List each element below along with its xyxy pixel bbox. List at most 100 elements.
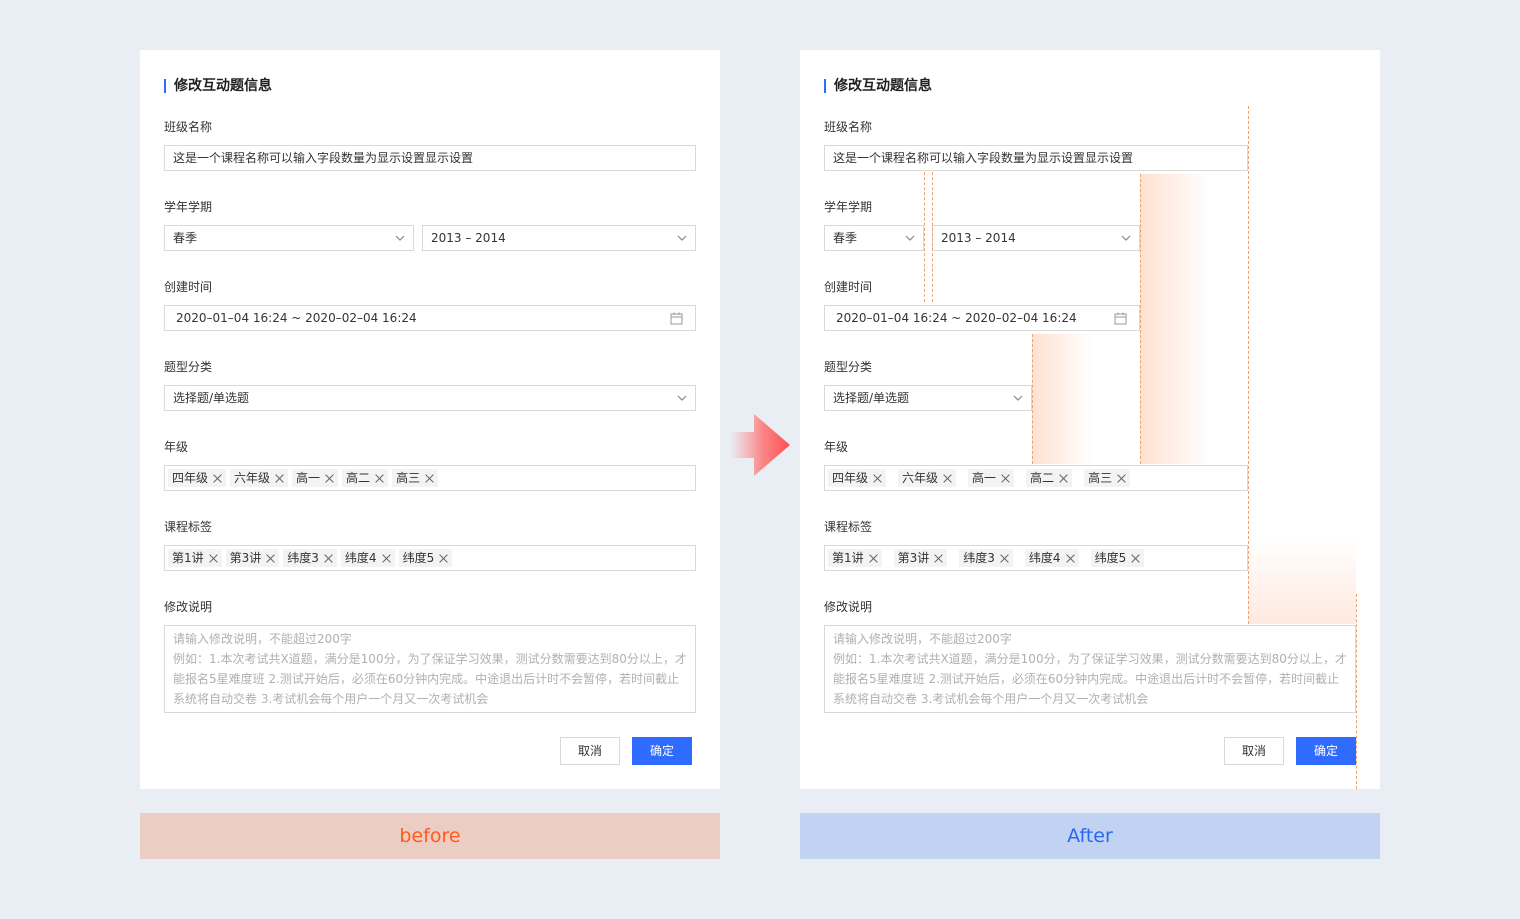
after-caption: After bbox=[800, 813, 1380, 859]
alignment-guide bbox=[932, 172, 933, 302]
close-icon[interactable] bbox=[1057, 472, 1070, 485]
grade-tag: 六年级 bbox=[230, 469, 289, 487]
grade-tag: 四年级 bbox=[168, 469, 227, 487]
grade-tag: 高三 bbox=[392, 469, 439, 487]
created-label: 创建时间 bbox=[164, 280, 213, 294]
alignment-guide bbox=[1356, 594, 1357, 789]
note-label: 修改说明 bbox=[824, 600, 873, 614]
close-icon[interactable] bbox=[437, 552, 450, 565]
chevron-down-icon bbox=[677, 235, 687, 241]
year-select[interactable]: 2013 – 2014 bbox=[932, 225, 1140, 251]
grade-tag: 高二 bbox=[342, 469, 389, 487]
cancel-button[interactable]: 取消 bbox=[1224, 737, 1284, 765]
close-icon[interactable] bbox=[322, 552, 335, 565]
question-type-select[interactable]: 选择题/单选题 bbox=[824, 385, 1032, 411]
grade-label: 年级 bbox=[164, 440, 189, 454]
date-range-picker[interactable]: 2020–01–04 16:24 ~ 2020–02–04 16:24 bbox=[824, 305, 1140, 331]
date-range-value: 2020–01–04 16:24 ~ 2020–02–04 16:24 bbox=[836, 311, 1077, 325]
close-icon[interactable] bbox=[380, 552, 393, 565]
course-tag: 纬度4 bbox=[340, 549, 395, 567]
alignment-guide bbox=[1248, 106, 1249, 624]
close-icon[interactable] bbox=[423, 472, 436, 485]
course-tag: 纬度5 bbox=[1090, 549, 1145, 567]
grade-label: 年级 bbox=[824, 440, 849, 454]
course-tag: 第1讲 bbox=[168, 549, 222, 567]
arrow-right-icon bbox=[730, 414, 790, 476]
course-tags-multiselect[interactable]: 第1讲 第3讲 纬度3 纬度4 纬度5 bbox=[164, 545, 696, 571]
close-icon[interactable] bbox=[264, 552, 277, 565]
close-icon[interactable] bbox=[999, 472, 1012, 485]
form-title: 修改互动题信息 bbox=[824, 77, 932, 95]
question-type-label: 题型分类 bbox=[164, 360, 213, 374]
grade-tag: 高二 bbox=[1026, 469, 1073, 487]
term-label: 学年学期 bbox=[824, 200, 873, 214]
chevron-down-icon bbox=[1013, 395, 1023, 401]
grade-tag: 高一 bbox=[968, 469, 1015, 487]
close-icon[interactable] bbox=[998, 552, 1011, 565]
close-icon[interactable] bbox=[932, 552, 945, 565]
course-tag: 纬度4 bbox=[1024, 549, 1079, 567]
chevron-down-icon bbox=[395, 235, 405, 241]
after-panel: 修改互动题信息 班级名称 这是一个课程名称可以输入字段数量为显示设置显示设置 学… bbox=[800, 50, 1380, 789]
course-tags-multiselect[interactable]: 第1讲 第3讲 纬度3 纬度4 纬度5 bbox=[824, 545, 1248, 571]
grade-tag: 高三 bbox=[1084, 469, 1131, 487]
note-textarea[interactable]: 请输入修改说明，不能超过200字 例如：1.本次考试共X道题，满分是100分，为… bbox=[164, 625, 696, 713]
note-textarea[interactable]: 请输入修改说明，不能超过200字 例如：1.本次考试共X道题，满分是100分，为… bbox=[824, 625, 1356, 713]
close-icon[interactable] bbox=[211, 472, 224, 485]
course-tags-label: 课程标签 bbox=[824, 520, 873, 534]
class-name-value: 这是一个课程名称可以输入字段数量为显示设置显示设置 bbox=[833, 151, 1134, 165]
course-tag: 第1讲 bbox=[828, 549, 882, 567]
chevron-down-icon bbox=[905, 235, 915, 241]
class-name-value: 这是一个课程名称可以输入字段数量为显示设置显示设置 bbox=[173, 151, 474, 165]
created-label: 创建时间 bbox=[824, 280, 873, 294]
question-type-select[interactable]: 选择题/单选题 bbox=[164, 385, 696, 411]
season-value: 春季 bbox=[173, 231, 198, 245]
alignment-guide bbox=[1032, 334, 1033, 464]
note-label: 修改说明 bbox=[164, 600, 213, 614]
close-icon[interactable] bbox=[1129, 552, 1142, 565]
question-type-value: 选择题/单选题 bbox=[833, 391, 910, 405]
date-range-picker[interactable]: 2020–01–04 16:24 ~ 2020–02–04 16:24 bbox=[164, 305, 696, 331]
chevron-down-icon bbox=[1121, 235, 1131, 241]
form-title: 修改互动题信息 bbox=[164, 77, 272, 95]
season-value: 春季 bbox=[833, 231, 858, 245]
grade-multiselect[interactable]: 四年级 六年级 高一 高二 高三 bbox=[824, 465, 1248, 491]
close-icon[interactable] bbox=[373, 472, 386, 485]
alignment-guide bbox=[924, 172, 925, 302]
chevron-down-icon bbox=[677, 395, 687, 401]
season-select[interactable]: 春季 bbox=[164, 225, 414, 251]
course-tag: 纬度3 bbox=[959, 549, 1013, 567]
class-name-label: 班级名称 bbox=[164, 120, 213, 134]
confirm-button[interactable]: 确定 bbox=[1296, 737, 1356, 765]
close-icon[interactable] bbox=[273, 472, 286, 485]
confirm-button[interactable]: 确定 bbox=[632, 737, 692, 765]
class-name-label: 班级名称 bbox=[824, 120, 873, 134]
term-label: 学年学期 bbox=[164, 200, 213, 214]
course-tag: 第3讲 bbox=[893, 549, 948, 567]
grade-tag: 四年级 bbox=[828, 469, 887, 487]
before-panel: 修改互动题信息 班级名称 这是一个课程名称可以输入字段数量为显示设置显示设置 学… bbox=[140, 50, 720, 789]
grade-tag: 六年级 bbox=[898, 469, 957, 487]
calendar-icon bbox=[1114, 312, 1127, 325]
course-tag: 第3讲 bbox=[225, 549, 280, 567]
close-icon[interactable] bbox=[1115, 472, 1128, 485]
close-icon[interactable] bbox=[1064, 552, 1077, 565]
calendar-icon bbox=[670, 312, 683, 325]
grade-multiselect[interactable]: 四年级 六年级 高一 高二 高三 bbox=[164, 465, 696, 491]
cancel-button[interactable]: 取消 bbox=[560, 737, 620, 765]
class-name-input[interactable]: 这是一个课程名称可以输入字段数量为显示设置显示设置 bbox=[824, 145, 1248, 171]
year-select[interactable]: 2013 – 2014 bbox=[422, 225, 696, 251]
close-icon[interactable] bbox=[207, 552, 220, 565]
season-select[interactable]: 春季 bbox=[824, 225, 924, 251]
alignment-guide bbox=[1140, 174, 1141, 464]
course-tag: 纬度3 bbox=[283, 549, 337, 567]
class-name-input[interactable]: 这是一个课程名称可以输入字段数量为显示设置显示设置 bbox=[164, 145, 696, 171]
year-value: 2013 – 2014 bbox=[941, 231, 1016, 245]
close-icon[interactable] bbox=[323, 472, 336, 485]
date-range-value: 2020–01–04 16:24 ~ 2020–02–04 16:24 bbox=[176, 311, 417, 325]
course-tag: 纬度5 bbox=[398, 549, 453, 567]
close-icon[interactable] bbox=[871, 472, 884, 485]
close-icon[interactable] bbox=[867, 552, 880, 565]
question-type-label: 题型分类 bbox=[824, 360, 873, 374]
close-icon[interactable] bbox=[941, 472, 954, 485]
